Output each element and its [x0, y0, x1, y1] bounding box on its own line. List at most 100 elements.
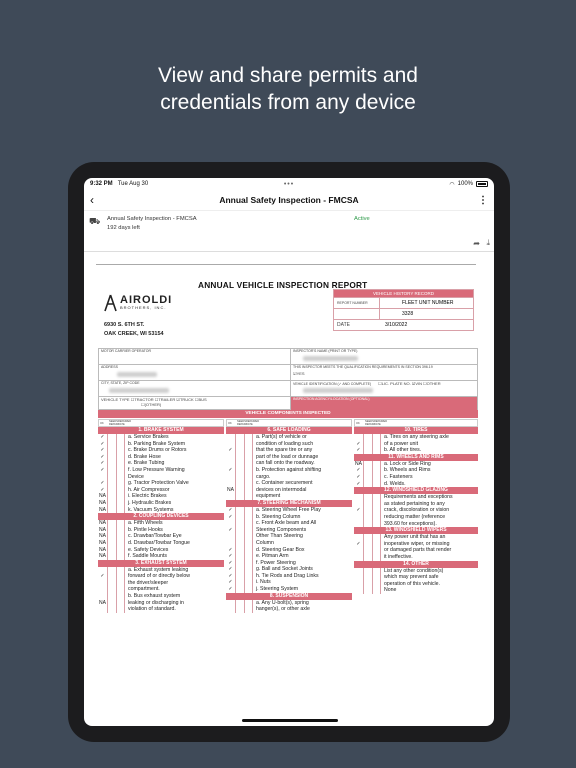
- headline-line-1: View and share permits and: [158, 64, 418, 87]
- needs-repair-box: [107, 553, 116, 560]
- checklist-item: a. Exhaust system leaking: [98, 566, 224, 574]
- needs-repair-box: [107, 526, 116, 534]
- needs-repair-box: [235, 513, 244, 521]
- item-label: cargo.: [256, 473, 271, 480]
- ok-mark: [354, 501, 363, 508]
- more-vertical-icon[interactable]: ⋮: [478, 195, 488, 206]
- needs-repair-box: [107, 493, 116, 500]
- repaired-date-box: [372, 553, 381, 561]
- needs-repair-box: [107, 486, 116, 494]
- needs-repair-box: [363, 513, 372, 521]
- needs-repair-box: [235, 539, 244, 547]
- checklist-item: operation of this vehicle.: [354, 580, 478, 588]
- id-other: ☐OTHER: [423, 381, 441, 386]
- repaired-date-box: [244, 572, 253, 580]
- checklist-item: ✓ a. Steering Wheel Free Play: [226, 506, 352, 514]
- item-label: b. Bus exhaust system: [128, 593, 181, 600]
- repaired-date-box: [244, 434, 253, 441]
- item-label: i. Nuts: [256, 579, 271, 586]
- item-label: e. Safety Devices: [128, 546, 169, 553]
- item-label: leaking or discharging in: [128, 599, 184, 606]
- multitask-dots-icon[interactable]: •••: [284, 181, 294, 188]
- repaired-date-box: [244, 539, 253, 547]
- repaired-date-box: [372, 500, 381, 508]
- vehicle-type-label: VEHICLE TYPE: [101, 397, 130, 402]
- ok-mark: ✓: [228, 526, 233, 533]
- download-icon[interactable]: ⤓: [486, 238, 490, 248]
- date-label: DATE: [337, 322, 350, 328]
- needs-repair-box: [107, 460, 116, 467]
- item-label: equipment: [256, 493, 281, 500]
- repaired-date-box: [244, 440, 253, 448]
- ok-mark: NA: [99, 526, 106, 533]
- checklist-item: it ineffective.: [354, 553, 478, 561]
- repaired-date-box: [116, 499, 125, 507]
- needs-repair-box: [363, 534, 372, 541]
- checklist-item: NA a. Lock or Side Ring: [354, 460, 478, 468]
- needs-repair-box: [363, 540, 372, 548]
- type-bus: ☐BUS: [194, 397, 207, 402]
- checklist-item: ✓ d. Steering Gear Box: [226, 546, 352, 554]
- ok-mark: ✓: [100, 480, 105, 487]
- item-label: b. Pintle Hooks: [128, 526, 163, 533]
- fleet-label: FLEET UNIT NUMBER: [379, 298, 473, 308]
- needs-repair-box: [235, 553, 244, 560]
- checklist-item: cargo.: [226, 473, 352, 481]
- checklist-item: ✓ g. Tractor Protection Valve: [98, 480, 224, 487]
- checklist-item: reducing matter (reference: [354, 513, 478, 521]
- repaired-date-box: [244, 520, 253, 527]
- needs-repair-box: [235, 486, 244, 494]
- document-info[interactable]: ⛟ Annual Safety Inspection - FMCSA 192 d…: [84, 210, 494, 252]
- ok-mark: [354, 434, 363, 441]
- item-label: Steering Components: [256, 526, 307, 533]
- needs-repair-box: [235, 473, 244, 481]
- checklist-item: hanger(s), or other axle: [226, 606, 352, 613]
- home-indicator[interactable]: [242, 719, 338, 722]
- checklist-item: ✓ of a power unit: [354, 440, 478, 448]
- repaired-date-box: [244, 606, 253, 613]
- ok-mark: [226, 540, 235, 547]
- checklist-item: ✓ h. Air Compressor: [98, 486, 224, 494]
- ok-mark: [226, 520, 235, 527]
- ok-mark: ✓: [228, 466, 233, 473]
- item-label: or damaged parts that render: [384, 547, 452, 554]
- needs-repair-box: [363, 434, 372, 441]
- ok-mark: [226, 460, 235, 467]
- checklist-item: ✓ e. Pitman Arm: [226, 553, 352, 560]
- repaired-date-box: [116, 520, 125, 527]
- date-value: 3/10/2022: [385, 322, 408, 328]
- repaired-date-box: [116, 506, 125, 514]
- agency-label: INSPECTION AGENCY/LOCATION (OPTIONAL): [293, 397, 370, 401]
- needs-repair-box: [107, 506, 116, 514]
- needs-repair-box: [107, 586, 116, 594]
- repaired-date-box: [116, 466, 125, 474]
- item-label: violation of standard.: [128, 606, 176, 613]
- page-title: Annual Safety Inspection - FMCSA: [219, 195, 359, 205]
- chevron-left-icon[interactable]: ‹: [90, 193, 104, 207]
- item-label: hanger(s), or other axle: [256, 606, 310, 613]
- address-line-2: OAK CREEK, WI 53154: [104, 331, 164, 337]
- components-column-3: OK NEEDS REPAIR REPAIRED DATE 10. TIRES a. T…: [354, 419, 478, 594]
- ok-mark: [354, 547, 363, 554]
- needs-repair-box: [235, 546, 244, 554]
- components-header: VEHICLE COMPONENTS INSPECTED: [98, 410, 478, 418]
- checklist-item: ✓ f. Low Pressure Warning: [98, 466, 224, 474]
- ok-mark: [354, 534, 363, 541]
- checklist-item: as stated pertaining to any: [354, 500, 478, 508]
- needs-repair-box: [235, 480, 244, 487]
- column-header-label: REPAIRED DATE: [246, 420, 260, 426]
- repaired-date-box: [116, 546, 125, 554]
- ok-mark: NA: [99, 533, 106, 540]
- checklist-item: Other Than Steering: [226, 533, 352, 540]
- repaired-date-box: [372, 520, 381, 528]
- ok-mark: ✓: [356, 507, 361, 514]
- logo-sub: BROTHERS, INC.: [120, 305, 167, 310]
- ok-mark: ✓: [228, 586, 233, 593]
- history-header: VEHICLE HISTORY RECORD: [334, 290, 473, 297]
- ok-mark: ✓: [100, 486, 105, 493]
- section-title: 14. OTHER: [354, 560, 478, 568]
- share-icon[interactable]: ➦: [473, 239, 480, 248]
- item-label: i. Electric Brakes: [128, 493, 167, 500]
- item-label: 393.60 for exceptions).: [384, 520, 437, 527]
- item-label: that the spare tire or any: [256, 447, 313, 454]
